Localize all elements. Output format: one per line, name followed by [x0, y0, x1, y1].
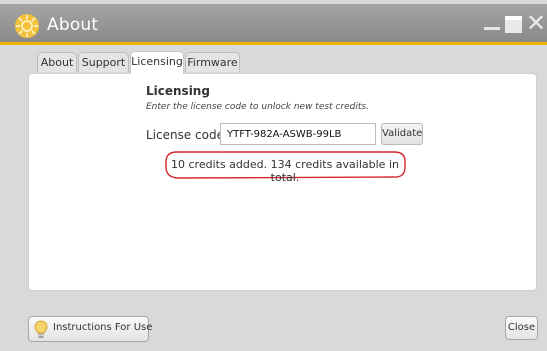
- validate-button[interactable]: Validate: [381, 123, 423, 145]
- maximize-icon[interactable]: [505, 16, 522, 33]
- app-logo-icon: [15, 14, 39, 38]
- tab-support[interactable]: Support: [78, 52, 129, 72]
- tab-firmware[interactable]: Firmware: [185, 52, 240, 72]
- status-message-area: 10 credits added. 134 credits available …: [163, 150, 407, 184]
- instructions-for-use-button[interactable]: Instructions For Use: [28, 316, 153, 342]
- license-code-input[interactable]: [220, 123, 376, 145]
- status-message: 10 credits added. 134 credits available …: [171, 158, 399, 184]
- section-title: Licensing: [146, 84, 210, 98]
- title-accent-bar: [0, 42, 547, 45]
- close-icon[interactable]: ✕: [526, 11, 546, 35]
- lightbulb-icon: [34, 320, 48, 338]
- instructions-label: Instructions For Use: [53, 322, 153, 333]
- tab-about[interactable]: About: [37, 52, 77, 72]
- about-window: About ✕ About Support Licensing Firmware…: [0, 0, 547, 351]
- section-description: Enter the license code to unlock new tes…: [146, 102, 369, 112]
- licensing-panel: Licensing Enter the license code to unlo…: [28, 73, 537, 291]
- license-code-label: License code: [146, 128, 224, 142]
- close-button[interactable]: Close: [505, 316, 538, 340]
- window-title: About: [47, 15, 99, 35]
- tab-licensing[interactable]: Licensing: [130, 51, 184, 74]
- title-bar[interactable]: About ✕: [0, 4, 547, 42]
- minimize-icon[interactable]: [482, 14, 502, 34]
